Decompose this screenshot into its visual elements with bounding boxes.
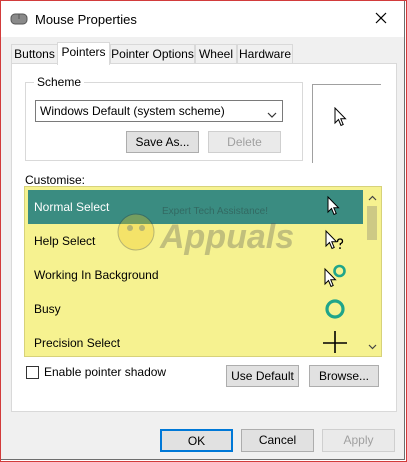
enable-pointer-shadow-label: Enable pointer shadow [44, 365, 167, 379]
arrow-cursor-icon [334, 106, 348, 130]
crosshair-cursor-icon [322, 330, 348, 353]
chevron-down-icon [267, 106, 277, 118]
close-icon [375, 12, 387, 27]
working-cursor-icon [322, 262, 348, 288]
ok-button[interactable]: OK [160, 429, 233, 452]
cursor-list-scrollbar[interactable] [365, 190, 379, 353]
use-default-button[interactable]: Use Default [226, 365, 299, 387]
scroll-down-button[interactable] [365, 339, 379, 353]
cursor-row-working-in-background[interactable]: Working In Background [28, 258, 363, 292]
cursor-row-precision-select[interactable]: Precision Select [28, 326, 363, 353]
scheme-group: Scheme Windows Default (system scheme) S… [25, 75, 303, 161]
scroll-up-button[interactable] [365, 190, 379, 204]
tab-pointer-options[interactable]: Pointer Options [110, 44, 195, 64]
list-item-label: Working In Background [34, 268, 159, 282]
busy-cursor-icon [322, 296, 348, 322]
tab-wheel[interactable]: Wheel [195, 44, 237, 64]
help-cursor-icon [322, 228, 348, 254]
cursor-row-busy[interactable]: Busy [28, 292, 363, 326]
scheme-selected-value: Windows Default (system scheme) [40, 104, 225, 118]
window-title: Mouse Properties [35, 12, 137, 27]
cursor-row-help-select[interactable]: Help Select [28, 224, 363, 258]
list-item-label: Help Select [34, 234, 96, 248]
save-as-button[interactable]: Save As... [126, 131, 199, 153]
title-bar: Mouse Properties [1, 1, 404, 37]
scheme-dropdown[interactable]: Windows Default (system scheme) [35, 100, 283, 122]
scroll-thumb[interactable] [367, 206, 377, 240]
pointers-panel: Scheme Windows Default (system scheme) S… [11, 63, 397, 412]
cancel-button[interactable]: Cancel [241, 429, 314, 452]
chevron-down-icon [368, 339, 377, 353]
tab-hardware[interactable]: Hardware [237, 44, 293, 64]
list-item-label: Normal Select [34, 200, 110, 214]
arrow-cursor-icon [322, 194, 348, 220]
tab-buttons[interactable]: Buttons [11, 44, 58, 64]
cursor-list: Normal Select Help Select Working In Bac… [28, 190, 363, 353]
mouse-properties-window: Mouse Properties Buttons Pointers Pointe… [0, 0, 405, 460]
browse-button[interactable]: Browse... [309, 365, 379, 387]
enable-pointer-shadow-checkbox[interactable] [26, 366, 39, 379]
mouse-icon [10, 12, 28, 26]
apply-button[interactable]: Apply [322, 429, 395, 452]
delete-button[interactable]: Delete [208, 131, 281, 153]
list-item-label: Precision Select [34, 336, 121, 350]
cursor-preview [312, 84, 381, 163]
tab-pointers[interactable]: Pointers [57, 42, 110, 65]
cursor-list-box: Normal Select Help Select Working In Bac… [24, 186, 382, 357]
close-button[interactable] [358, 1, 404, 37]
list-item-label: Busy [34, 302, 61, 316]
scheme-group-label: Scheme [34, 75, 85, 89]
cursor-row-normal-select[interactable]: Normal Select [28, 190, 363, 224]
customise-label: Customise: [25, 173, 86, 187]
chevron-up-icon [368, 190, 377, 204]
